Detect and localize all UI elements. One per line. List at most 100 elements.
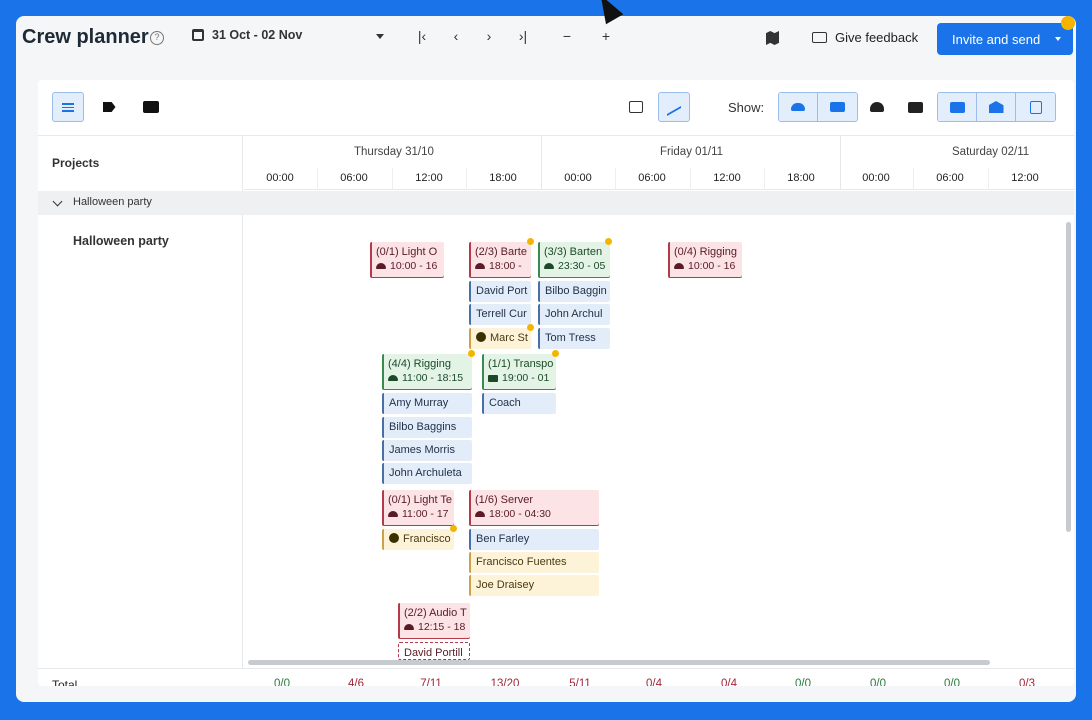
- filter-button[interactable]: [52, 92, 84, 122]
- assigned-person[interactable]: Tom Tress: [538, 328, 610, 349]
- mail-opened-toggle[interactable]: [977, 93, 1016, 121]
- hour-tick: [615, 168, 616, 190]
- first-page-button[interactable]: |‹: [412, 28, 432, 44]
- trend-icon: [667, 97, 681, 117]
- assigned-person[interactable]: David Port: [469, 281, 531, 302]
- give-feedback-button[interactable]: Give feedback: [812, 30, 918, 45]
- people-icon: [475, 263, 485, 269]
- notification-dot: [605, 238, 612, 245]
- chevron-down-icon[interactable]: [52, 196, 63, 207]
- assigned-vehicle[interactable]: Coach: [482, 393, 556, 414]
- shift-time: 10:00 - 16: [390, 260, 438, 272]
- hour-label: 00:00: [266, 172, 294, 184]
- project-group-row[interactable]: Halloween party: [38, 191, 1074, 215]
- shift-block[interactable]: (0/1) Light O 10:00 - 16: [370, 242, 444, 278]
- shift-block[interactable]: (1/6) Server 18:00 - 04:30: [469, 490, 599, 526]
- mail-check-button[interactable]: [898, 92, 932, 122]
- total-cell: 0/0: [795, 678, 811, 686]
- assigned-person[interactable]: Amy Murray: [382, 393, 472, 414]
- show-vehicles-toggle[interactable]: [818, 93, 857, 121]
- total-cell: 0/0: [274, 678, 290, 686]
- shift-time: 19:00 - 01: [502, 372, 550, 384]
- horizontal-scrollbar[interactable]: [248, 660, 990, 665]
- shift-time: 12:15 - 18: [418, 621, 466, 633]
- chevron-down-icon[interactable]: [376, 34, 384, 39]
- project-name[interactable]: Halloween party: [73, 234, 169, 248]
- top-bar: Crew planner ? 31 Oct - 02 Nov |‹ ‹ › ›|…: [16, 16, 1076, 62]
- mail-icon: [812, 32, 827, 43]
- shift-time: 23:30 - 05: [558, 260, 606, 272]
- assigned-person-pending[interactable]: Francisco Fuentes: [469, 552, 599, 573]
- people-icon: [388, 511, 398, 517]
- app-window: Crew planner ? 31 Oct - 02 Nov |‹ ‹ › ›|…: [16, 16, 1076, 702]
- assigned-person-pending[interactable]: Marc St: [469, 328, 531, 349]
- folder-check-button[interactable]: [135, 92, 167, 122]
- hour-label: 12:00: [1011, 172, 1039, 184]
- shift-block[interactable]: (0/1) Light Te 11:00 - 17: [382, 490, 454, 526]
- truck-icon: [488, 374, 498, 382]
- next-button[interactable]: ›: [479, 28, 499, 44]
- help-icon[interactable]: ?: [150, 31, 164, 45]
- shift-block[interactable]: (2/2) Audio T 12:15 - 18: [398, 603, 470, 639]
- total-cell: 4/6: [348, 678, 364, 686]
- expand-icon: [629, 101, 643, 113]
- vertical-scrollbar[interactable]: [1066, 222, 1071, 532]
- hour-label: 06:00: [340, 172, 368, 184]
- people-icon: [674, 263, 684, 269]
- shift-block[interactable]: (0/4) Rigging 10:00 - 16: [668, 242, 742, 278]
- shift-title: (3/3) Barten: [544, 246, 603, 258]
- assigned-person[interactable]: Bilbo Baggins: [382, 417, 472, 438]
- hour-label: 00:00: [564, 172, 592, 184]
- shift-title: (0/1) Light O: [376, 246, 438, 258]
- day-label: Thursday 31/10: [354, 146, 434, 158]
- trend-button[interactable]: [658, 92, 690, 122]
- assigned-person-pending[interactable]: Francisco: [382, 529, 454, 550]
- day-divider: [541, 136, 542, 190]
- people-icon: [404, 624, 414, 630]
- total-cell: 0/4: [646, 678, 662, 686]
- total-cell: 0/3: [1019, 678, 1035, 686]
- hour-label: 12:00: [713, 172, 741, 184]
- give-feedback-label: Give feedback: [835, 30, 919, 45]
- assigned-person[interactable]: James Morris: [382, 440, 472, 461]
- expand-button[interactable]: [620, 92, 652, 122]
- add-person-button[interactable]: [860, 92, 894, 122]
- shift-time: 10:00 - 16: [688, 260, 736, 272]
- show-people-toggle[interactable]: [779, 93, 818, 121]
- assigned-person[interactable]: John Archuleta: [382, 463, 472, 484]
- shift-title: (2/2) Audio T: [404, 607, 467, 619]
- chevron-down-icon[interactable]: [1055, 37, 1061, 41]
- mail-open-icon: [988, 101, 1004, 113]
- project-group-label: Halloween party: [73, 196, 152, 208]
- assigned-person-draft[interactable]: David Portill: [398, 642, 470, 660]
- invite-and-send-button[interactable]: Invite and send: [937, 23, 1073, 55]
- label-button[interactable]: [93, 92, 125, 122]
- total-cell: 7/11: [420, 678, 442, 686]
- hour-tick: [317, 168, 318, 190]
- notification-dot: [552, 350, 559, 357]
- day-label: Saturday 02/11: [952, 146, 1030, 158]
- assigned-person-pending[interactable]: Joe Draisey: [469, 575, 599, 596]
- page-title: Crew planner: [22, 26, 149, 48]
- shift-block[interactable]: (4/4) Rigging 11:00 - 18:15: [382, 354, 472, 390]
- shift-title: (0/4) Rigging: [674, 246, 737, 258]
- projects-header: Projects: [52, 156, 100, 170]
- map-icon[interactable]: [766, 31, 779, 45]
- zoom-out-button[interactable]: −: [557, 28, 577, 44]
- shift-block[interactable]: (2/3) Barte 18:00 -: [469, 242, 531, 278]
- previous-button[interactable]: ‹: [446, 28, 466, 44]
- assigned-person[interactable]: Terrell Cur: [469, 304, 531, 325]
- shift-block[interactable]: (3/3) Barten 23:30 - 05: [538, 242, 610, 278]
- assigned-person[interactable]: Bilbo Baggin: [538, 281, 610, 302]
- last-page-button[interactable]: ›|: [513, 28, 533, 44]
- assigned-person[interactable]: John Archul: [538, 304, 610, 325]
- show-resource-toggle: [778, 92, 858, 122]
- copy-toggle[interactable]: [1016, 93, 1055, 121]
- shift-block[interactable]: (1/1) Transpo 19:00 - 01: [482, 354, 556, 390]
- smiley-icon: [389, 533, 399, 543]
- zoom-in-button[interactable]: +: [596, 28, 616, 44]
- assigned-person[interactable]: Ben Farley: [469, 529, 599, 550]
- date-range-picker[interactable]: 31 Oct - 02 Nov: [192, 28, 302, 42]
- mail-pending-toggle[interactable]: [938, 93, 977, 121]
- hour-label: 06:00: [936, 172, 964, 184]
